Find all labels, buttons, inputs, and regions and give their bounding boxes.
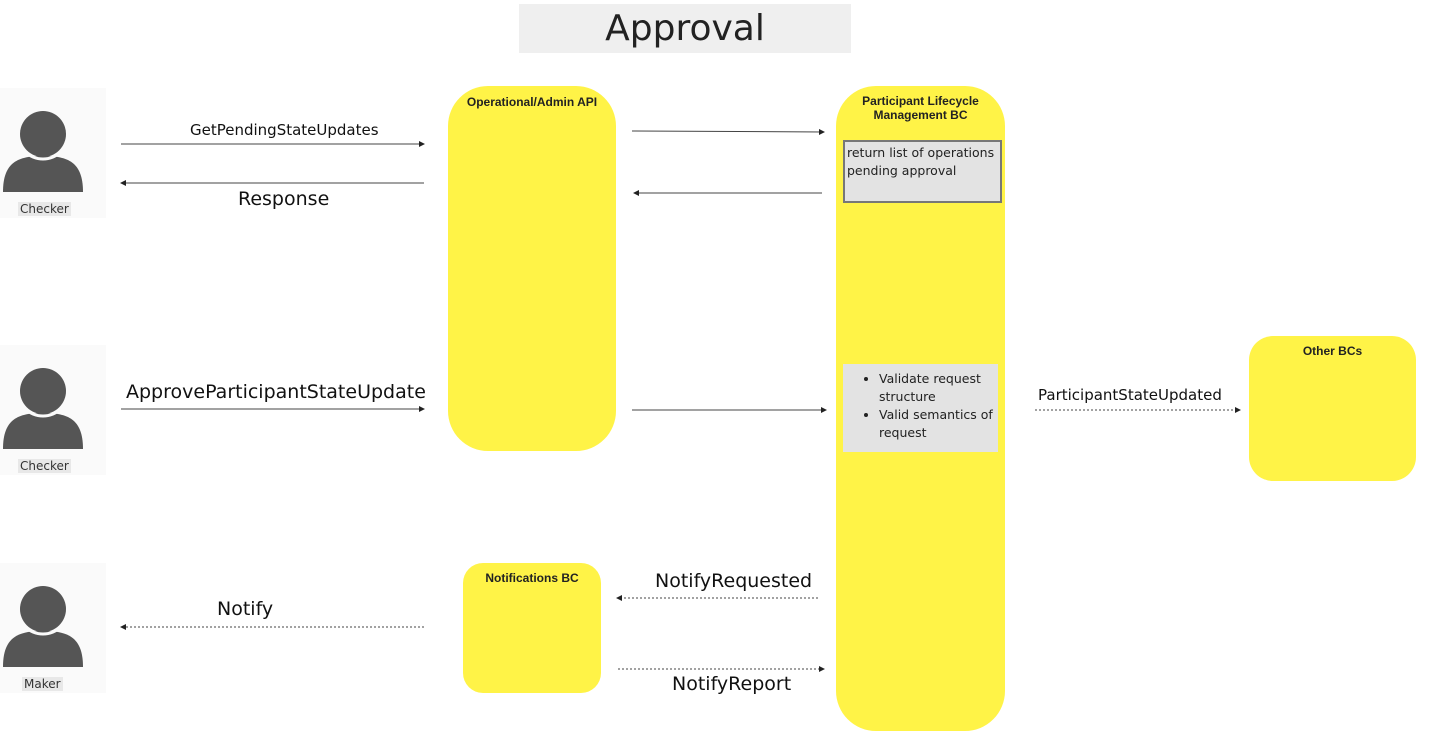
label-get-pending-state-updates: GetPendingStateUpdates (190, 121, 379, 139)
arrow-api-to-plm-1 (631, 128, 825, 135)
message-arrows (120, 128, 1241, 672)
label-notify-report: NotifyReport (672, 673, 792, 695)
label-notify: Notify (217, 598, 274, 620)
label-participant-state-updated: ParticipantStateUpdated (1038, 386, 1222, 404)
label-approve-participant-state-update: ApproveParticipantStateUpdate (126, 381, 426, 403)
label-response: Response (238, 188, 330, 210)
label-notify-requested: NotifyRequested (655, 570, 813, 592)
